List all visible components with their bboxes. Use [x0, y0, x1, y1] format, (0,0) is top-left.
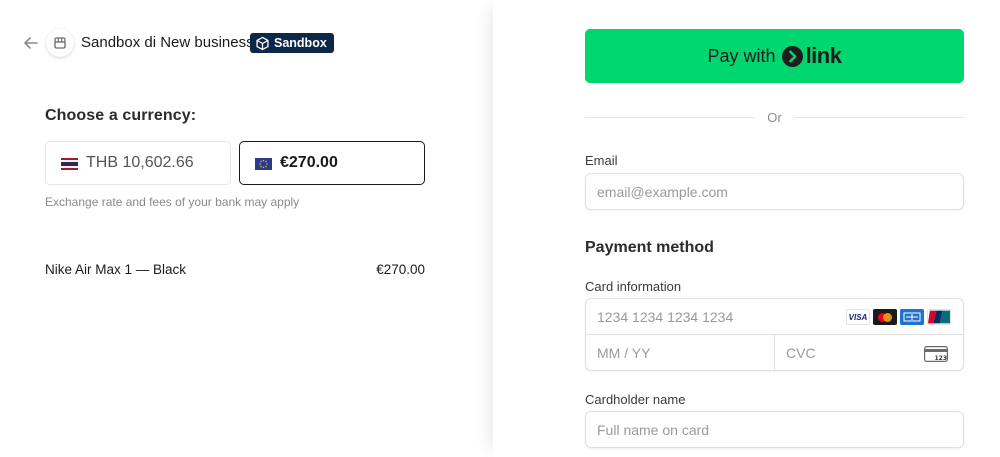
- divider-line: [585, 116, 756, 118]
- card-information-group: VISA 123: [585, 298, 964, 371]
- currency-option-label: THB 10,602.66: [86, 154, 194, 171]
- cvc-icon-text: 123: [935, 355, 948, 362]
- divider-line: [793, 116, 965, 118]
- mastercard-icon: [873, 309, 897, 325]
- thailand-flag-icon: [61, 157, 78, 170]
- visa-icon: VISA: [846, 309, 870, 325]
- or-divider: Or: [585, 108, 965, 126]
- payment-method-title: Payment method: [585, 239, 714, 256]
- storefront-icon: [46, 29, 74, 57]
- payment-pane: Pay with link Or Email Payment method Ca…: [493, 0, 1000, 457]
- pay-with-label: Pay with: [707, 45, 776, 66]
- expiry-input[interactable]: [586, 335, 775, 371]
- or-text: Or: [767, 109, 782, 125]
- card-information-label: Card information: [585, 279, 682, 294]
- cvc-card-icon: 123: [924, 346, 948, 367]
- line-item-price: €270.00: [376, 262, 425, 277]
- exchange-rate-note: Exchange rate and fees of your bank may …: [45, 195, 300, 209]
- link-logo: link: [781, 43, 842, 69]
- business-name: Sandbox di New business: [81, 34, 254, 51]
- eu-flag-icon: [255, 157, 272, 170]
- card-brands: VISA: [846, 309, 951, 325]
- currency-title: Choose a currency:: [45, 107, 197, 124]
- amex-icon: [900, 309, 924, 325]
- pay-with-link-button[interactable]: Pay with link: [585, 29, 964, 83]
- currency-option-eur[interactable]: €270.00: [239, 141, 425, 185]
- email-label: Email: [585, 153, 618, 168]
- order-summary-pane: Sandbox di New business Sandbox Choose a…: [0, 0, 493, 457]
- cardholder-name-input[interactable]: [585, 411, 964, 448]
- link-arrow-icon: [781, 45, 803, 67]
- cardholder-name-label: Cardholder name: [585, 392, 686, 407]
- link-logo-text: link: [805, 43, 842, 68]
- arrow-left-icon[interactable]: [22, 34, 40, 52]
- currency-option-thb[interactable]: THB 10,602.66: [45, 141, 231, 185]
- currency-option-label: €270.00: [280, 154, 338, 171]
- line-item-name: Nike Air Max 1 — Black: [45, 262, 187, 277]
- unionpay-icon: [927, 309, 951, 325]
- sandbox-badge-label: Sandbox: [274, 36, 327, 50]
- sandbox-badge: Sandbox: [250, 33, 334, 53]
- email-field[interactable]: [585, 173, 964, 210]
- cube-icon: [255, 36, 270, 51]
